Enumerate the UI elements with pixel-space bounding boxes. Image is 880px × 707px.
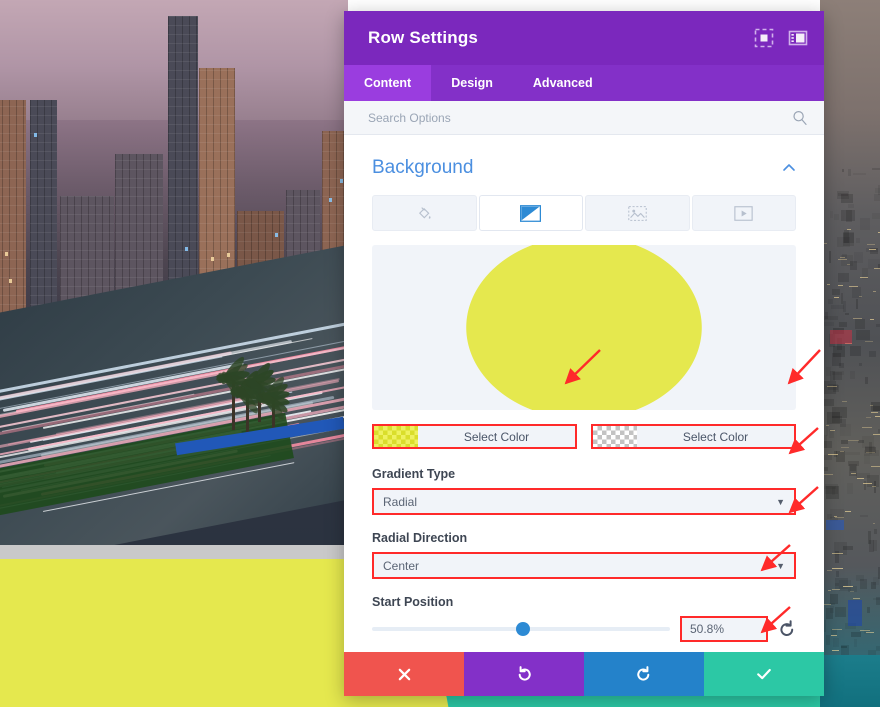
tab-content[interactable]: Content xyxy=(344,65,432,101)
modal-titlebar: Row Settings xyxy=(344,11,824,65)
color-swatch-transparent xyxy=(593,426,637,447)
radial-direction-field: Radial Direction Center ▼ xyxy=(372,531,796,579)
row-settings-modal: Row Settings Content Design Advanced Sea… xyxy=(344,11,824,696)
chevron-up-icon[interactable] xyxy=(782,161,796,175)
gradient-type-field: Gradient Type Radial ▼ xyxy=(372,467,796,515)
chevron-down-icon: ▼ xyxy=(776,496,785,507)
background-gradient-tab[interactable] xyxy=(478,195,583,231)
chevron-down-icon: ▼ xyxy=(776,560,785,571)
select-color-label: Select Color xyxy=(463,429,530,444)
gradient-type-label: Gradient Type xyxy=(372,467,456,481)
redo-button[interactable] xyxy=(584,652,704,696)
redo-icon xyxy=(635,665,653,683)
start-position-reset-icon[interactable] xyxy=(778,620,796,638)
section-title: Background xyxy=(372,157,474,178)
modal-tabbar: Content Design Advanced xyxy=(344,65,824,101)
start-position-field: Start Position xyxy=(372,595,796,642)
tab-advanced[interactable]: Advanced xyxy=(513,65,613,101)
background-section-body: Select Color Select Color Gradient Type … xyxy=(344,195,824,652)
checkmark-icon xyxy=(755,665,773,683)
gradient-color-stops: Select Color Select Color xyxy=(372,424,796,449)
radial-direction-label: Radial Direction xyxy=(372,531,468,545)
photo-water xyxy=(820,655,880,707)
modal-footer xyxy=(344,652,824,696)
page-title: Row Settings xyxy=(368,28,479,47)
color-swatch-yellow xyxy=(374,426,418,447)
gradient-stop-1-select-color-button[interactable]: Select Color xyxy=(372,424,577,449)
background-color-tab[interactable] xyxy=(372,195,477,231)
close-icon xyxy=(396,666,413,683)
radial-direction-select[interactable]: Center ▼ xyxy=(372,552,796,579)
gradient-type-value: Radial xyxy=(383,494,418,509)
select-color-label: Select Color xyxy=(682,429,749,444)
search-icon[interactable] xyxy=(792,110,808,126)
search-input[interactable] xyxy=(368,110,792,125)
background-image-tab[interactable] xyxy=(585,195,690,231)
background-photo-aerial xyxy=(820,0,880,707)
start-position-label: Start Position xyxy=(372,595,454,609)
paint-bucket-icon xyxy=(416,205,433,222)
radial-direction-value: Center xyxy=(383,558,420,573)
focus-target-icon[interactable] xyxy=(754,28,774,48)
layout-panel-icon[interactable] xyxy=(788,28,808,48)
gradient-icon xyxy=(520,204,542,222)
undo-button[interactable] xyxy=(464,652,584,696)
screen: Row Settings Content Design Advanced Sea… xyxy=(0,0,880,707)
background-photo-cityscape xyxy=(0,0,348,545)
cancel-button[interactable] xyxy=(344,652,464,696)
search-bar xyxy=(344,101,824,135)
start-position-controls xyxy=(372,616,796,642)
titlebar-icon-group xyxy=(754,28,808,48)
gradient-stop-2-select-color-button[interactable]: Select Color xyxy=(591,424,796,449)
background-video-tab[interactable] xyxy=(691,195,796,231)
tab-design[interactable]: Design xyxy=(431,65,513,101)
background-type-tabs xyxy=(372,195,796,231)
page-grey-band xyxy=(0,545,348,559)
undo-icon xyxy=(515,665,533,683)
start-position-input[interactable] xyxy=(680,616,768,642)
background-section-header[interactable]: Background xyxy=(344,135,824,195)
settings-scroll-area[interactable]: Background Select Color Select Color Gra… xyxy=(344,135,824,652)
gradient-type-select[interactable]: Radial ▼ xyxy=(372,488,796,515)
save-button[interactable] xyxy=(704,652,824,696)
video-icon xyxy=(734,205,753,221)
start-position-slider-handle[interactable] xyxy=(516,622,531,636)
gradient-preview[interactable] xyxy=(372,245,796,410)
start-position-slider[interactable] xyxy=(372,622,670,636)
image-icon xyxy=(628,205,647,221)
